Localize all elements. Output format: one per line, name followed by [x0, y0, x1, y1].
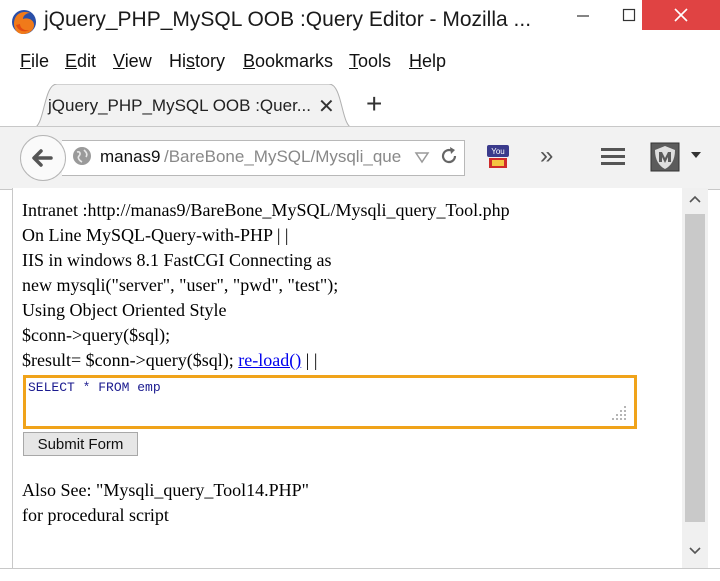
intro-line-7: $result= $conn->query($sql); re-load() |… — [22, 350, 317, 371]
addon-dropdown-icon[interactable] — [690, 150, 702, 160]
reload-link[interactable]: re-load() — [238, 350, 301, 370]
close-button[interactable] — [642, 0, 720, 30]
menu-history-label-b: tory — [195, 51, 226, 71]
firefox-logo-icon — [12, 10, 36, 34]
new-tab-button[interactable]: + — [366, 88, 382, 120]
menu-file-accel: F — [20, 51, 31, 71]
url-host: manas9 — [100, 147, 161, 166]
minimize-button[interactable] — [560, 0, 606, 30]
menu-history-label-a: Hi — [169, 51, 186, 71]
menu-bookmarks-accel: B — [243, 51, 256, 71]
maximize-icon — [622, 8, 636, 22]
close-icon — [674, 8, 688, 22]
url-dropdown-icon[interactable] — [414, 150, 430, 164]
hamburger-menu-icon[interactable] — [600, 145, 626, 167]
menu-view[interactable]: View — [113, 51, 152, 72]
menu-file[interactable]: File — [20, 51, 49, 72]
svg-text:You: You — [491, 147, 505, 156]
intro-line-1: Intranet :http://manas9/BareBone_MySQL/M… — [22, 200, 510, 220]
menu-tools-label-b: ools — [358, 51, 392, 71]
menu-edit-label-b: dit — [77, 51, 97, 71]
intro-line-6: $conn->query($sql); — [22, 325, 171, 345]
back-arrow-icon — [32, 149, 53, 167]
submit-form-button[interactable]: Submit Form — [23, 432, 138, 456]
menu-history[interactable]: History — [169, 51, 225, 72]
menu-edit-accel: E — [65, 51, 78, 71]
result-code-text: $result= $conn->query($sql); — [22, 350, 234, 370]
intro-line-5: Using Object Oriented Style — [22, 300, 227, 320]
tab-close-button[interactable]: ✕ — [318, 94, 335, 119]
intro-line-3: IIS in windows 8.1 FastCGI Connecting as — [22, 250, 332, 270]
scrollbar-thumb[interactable] — [685, 214, 705, 522]
menu-view-label-b: iew — [124, 51, 152, 71]
also-see-text: Also See: "Mysqli_query_Tool14.PHP" — [22, 480, 309, 500]
query-text: SELECT * FROM emp — [28, 380, 161, 395]
window-title: jQuery_PHP_MySQL OOB :Query Editor - Moz… — [44, 8, 532, 31]
menu-bookmarks-label-b: ookmarks — [255, 51, 334, 71]
back-button[interactable] — [20, 135, 66, 181]
menu-history-accel: s — [186, 51, 195, 71]
menu-file-label-b: ile — [31, 51, 50, 71]
minimize-icon — [577, 15, 589, 17]
globe-icon[interactable] — [72, 146, 92, 166]
scroll-up-arrow-icon[interactable] — [688, 194, 702, 204]
window-bottom-edge — [0, 568, 720, 581]
menu-bar: File Edit View History Bookmarks Tools H… — [0, 44, 720, 78]
mcafee-shield-icon[interactable] — [650, 142, 680, 172]
scroll-down-arrow-icon[interactable] — [688, 546, 702, 556]
menu-tools[interactable]: Tools — [349, 51, 391, 72]
intro-line-4: new mysqli("server", "user", "pwd", "tes… — [22, 275, 339, 295]
reload-icon[interactable] — [438, 145, 460, 167]
tab-title: jQuery_PHP_MySQL OOB :Quer... — [48, 96, 311, 115]
resize-grip-icon[interactable] — [612, 404, 630, 422]
menu-help-accel: H — [409, 51, 422, 71]
menu-edit[interactable]: Edit — [65, 51, 96, 72]
menu-view-accel: V — [113, 51, 125, 71]
menu-help-label-b: elp — [422, 51, 447, 71]
reload-suffix: | | — [301, 350, 318, 370]
youtube-addon-icon[interactable]: You — [484, 143, 512, 171]
menu-help[interactable]: Help — [409, 51, 446, 72]
menu-tools-accel: T — [349, 51, 358, 71]
overflow-chevron-icon[interactable]: » — [540, 142, 553, 170]
intro-line-2: On Line MySQL-Query-with-PHP | | — [22, 225, 289, 245]
procedural-text: for procedural script — [22, 505, 169, 525]
url-path: /BareBone_MySQL/Mysqli_que — [164, 147, 402, 166]
menu-bookmarks[interactable]: Bookmarks — [243, 51, 333, 72]
